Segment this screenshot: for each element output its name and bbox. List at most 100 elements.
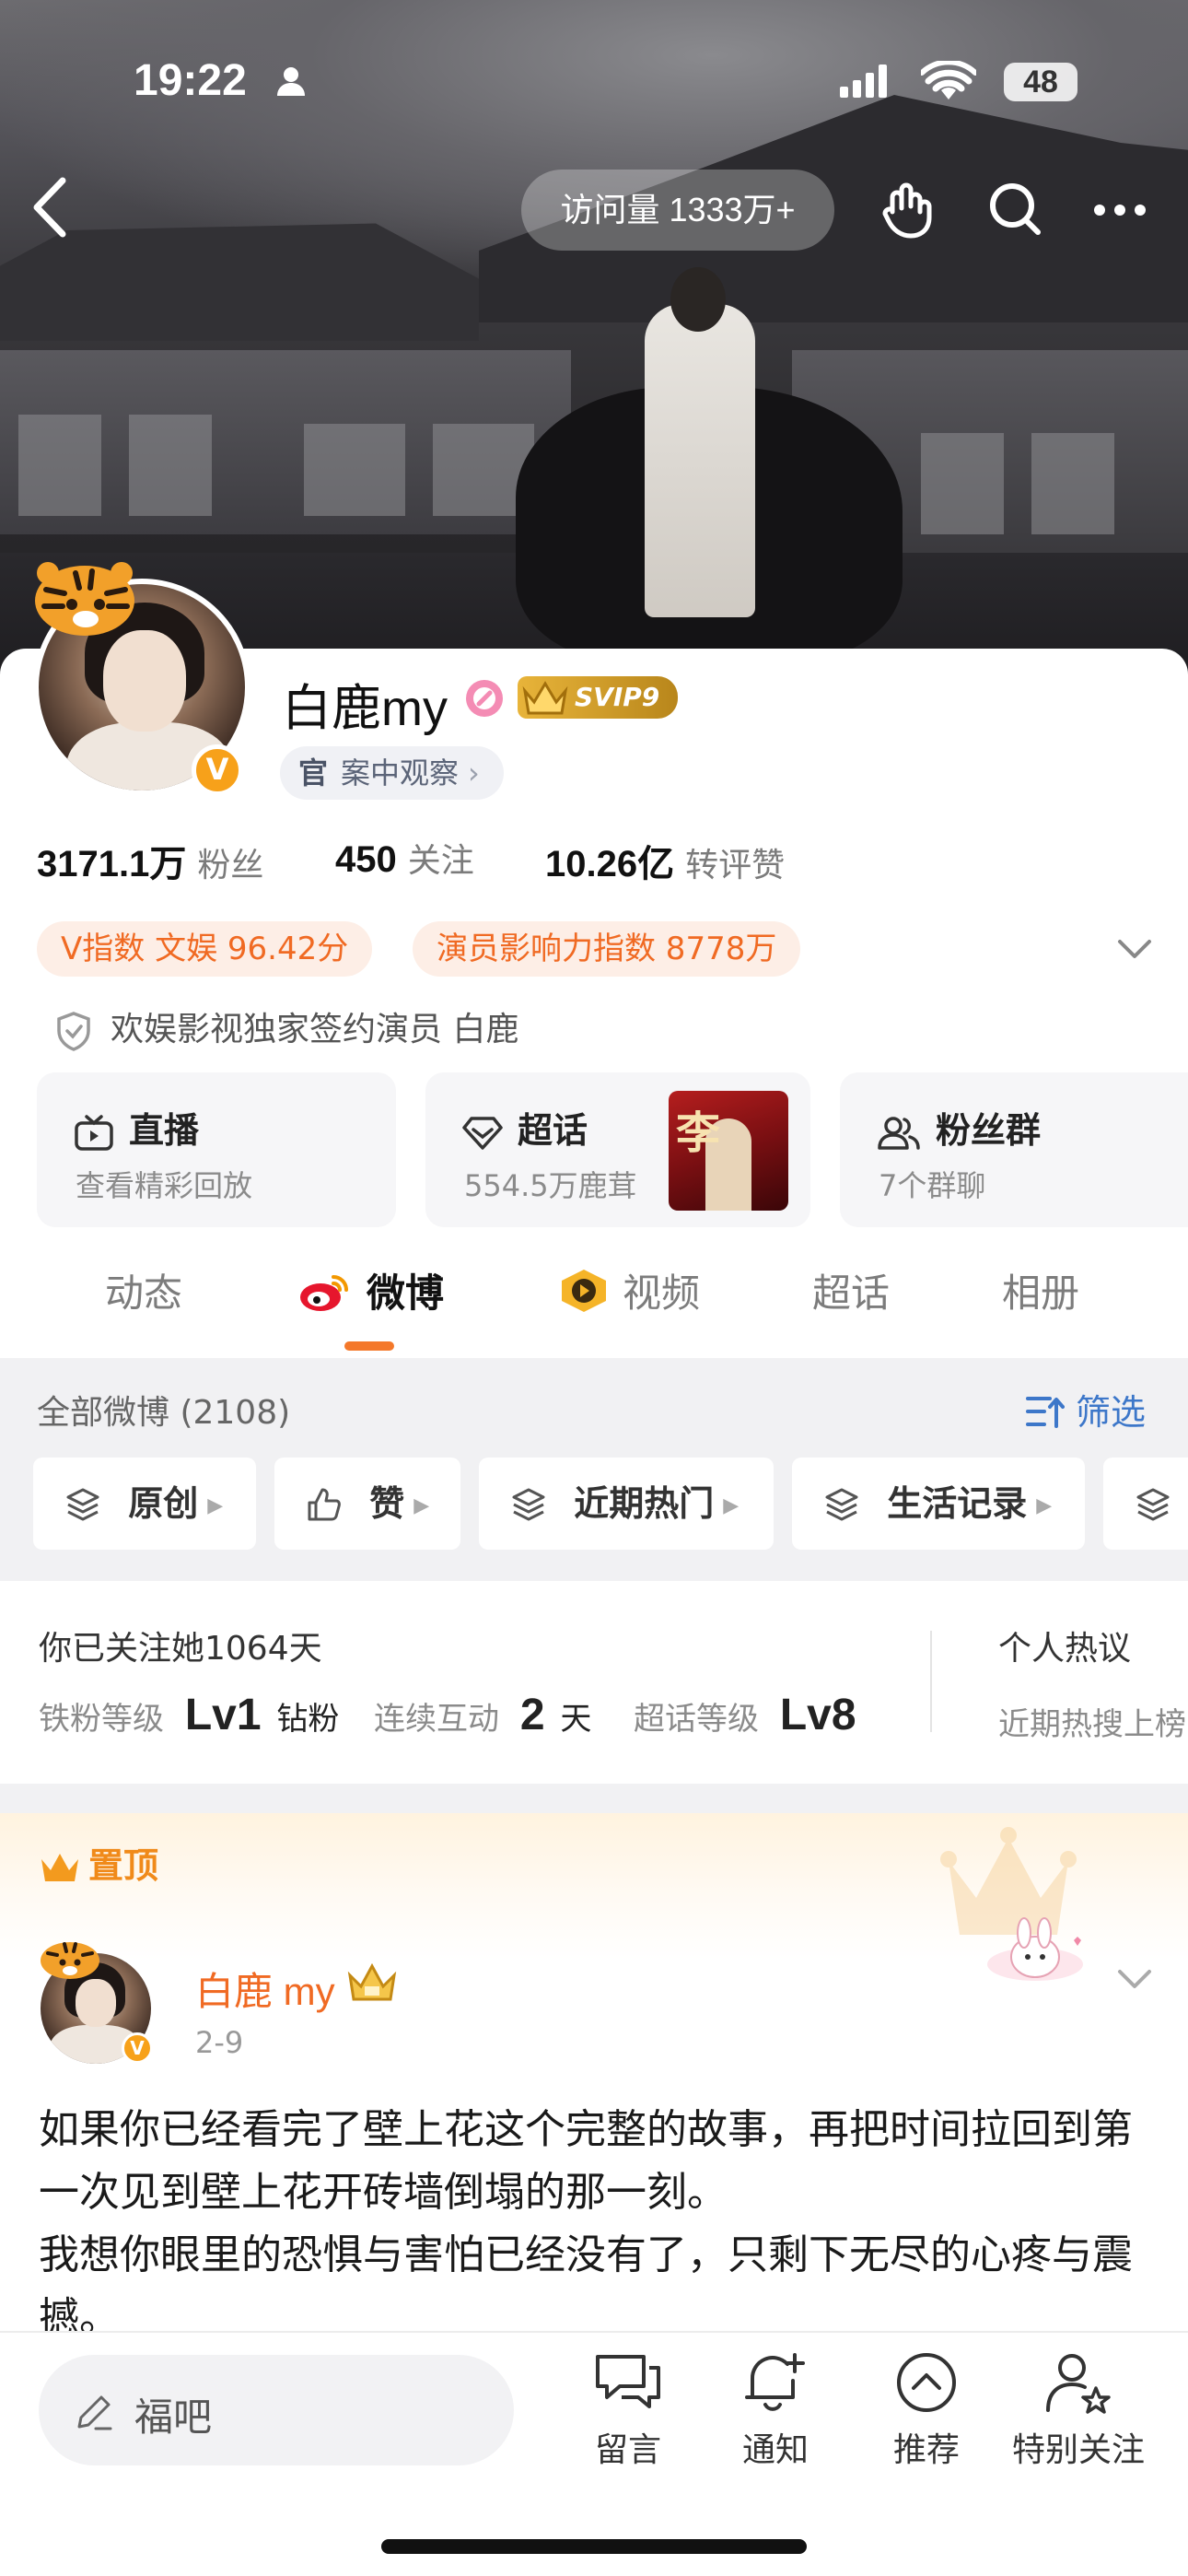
filter-icon bbox=[1026, 1397, 1065, 1428]
stat-followers[interactable]: 3171.1万 粉丝 bbox=[37, 834, 263, 887]
chevron-down-icon[interactable] bbox=[1116, 1968, 1153, 1992]
nav-special-follow[interactable]: 特别关注 bbox=[1009, 2349, 1147, 2471]
active-tab-indicator bbox=[344, 1341, 394, 1351]
triangle-right-icon: ▶ bbox=[413, 1494, 430, 1517]
filter-label: 筛选 bbox=[1076, 1392, 1147, 1433]
nav-message[interactable]: 留言 bbox=[564, 2349, 693, 2471]
home-indicator bbox=[381, 2539, 807, 2554]
greet-hand-icon[interactable] bbox=[879, 181, 937, 240]
message-icon bbox=[596, 2355, 660, 2408]
layers-icon bbox=[825, 1488, 858, 1521]
tab-album[interactable]: 相册 bbox=[1002, 1262, 1079, 1318]
nav-label: 留言 bbox=[594, 2431, 661, 2469]
tab-feed[interactable]: 动态 bbox=[105, 1262, 182, 1318]
signal-icon bbox=[840, 64, 887, 98]
filter-button[interactable]: 筛选 bbox=[1026, 1384, 1146, 1434]
chip-label: 近期热门 bbox=[574, 1483, 715, 1524]
tab-video[interactable]: 视频 bbox=[558, 1262, 700, 1318]
hot-discussion-subtitle: 近期热搜上榜 bbox=[998, 1706, 1186, 1743]
tile-fan-group[interactable]: 粉丝群 7个群聊 bbox=[840, 1072, 1188, 1227]
nav-notify[interactable]: 通知 bbox=[711, 2349, 840, 2471]
pinned-text: 置顶 bbox=[88, 1845, 159, 1886]
iron-fan-level[interactable]: 铁粉等级 Lv1 钻粉 bbox=[39, 1690, 339, 1740]
tag-label: 案中观察 bbox=[341, 755, 460, 790]
drama-poster-image: 李 bbox=[669, 1091, 788, 1211]
video-icon bbox=[562, 1270, 606, 1312]
stat-value: 10.26亿 bbox=[545, 844, 675, 884]
certification-text: 欢娱影视独家签约演员 白鹿 bbox=[111, 1011, 519, 1048]
streak-unit: 天 bbox=[560, 1701, 592, 1738]
chevron-right-icon: › bbox=[468, 755, 480, 790]
tab-supertopic[interactable]: 超话 bbox=[812, 1262, 890, 1318]
nav-recommend[interactable]: 推荐 bbox=[862, 2349, 991, 2471]
post-body[interactable]: 如果你已经看完了壁上花这个完整的故事，再把时间拉回到第一次见到壁上花开砖墙倒塌的… bbox=[39, 2099, 1153, 2335]
hot-discussion-title[interactable]: 个人热议 bbox=[998, 1622, 1131, 1669]
chevron-down-icon[interactable] bbox=[1116, 938, 1153, 962]
tab-weibo[interactable]: 微博 bbox=[297, 1262, 444, 1318]
tile-title: 超话 bbox=[518, 1110, 588, 1151]
crown-icon bbox=[522, 681, 568, 715]
filter-chip-original[interactable]: 原创 ▶ bbox=[33, 1458, 256, 1550]
interaction-streak[interactable]: 连续互动 2 天 bbox=[374, 1690, 591, 1740]
tile-supertopic[interactable]: 超话 554.5万鹿茸 李 bbox=[425, 1072, 810, 1227]
layers-icon bbox=[1136, 1488, 1170, 1521]
more-icon[interactable] bbox=[1092, 193, 1147, 227]
verified-badge: V bbox=[192, 744, 243, 796]
v-index-chip[interactable]: V指数 文娱 96.42分 bbox=[37, 921, 373, 977]
layers-icon bbox=[66, 1488, 99, 1521]
tile-live[interactable]: 直播 查看精彩回放 bbox=[37, 1072, 396, 1227]
tiger-pendant-icon bbox=[41, 1942, 99, 1979]
triangle-right-icon: ▶ bbox=[723, 1494, 740, 1517]
stat-value: 3171.1万 bbox=[37, 844, 187, 884]
triangle-right-icon: ▶ bbox=[207, 1494, 224, 1517]
filter-chip-recent-hot[interactable]: 近期热门 ▶ bbox=[479, 1458, 774, 1550]
pencil-icon bbox=[77, 2395, 112, 2430]
pink-vip-icon bbox=[466, 680, 503, 717]
topic-label: 超话等级 bbox=[634, 1701, 759, 1738]
tile-subtitle: 554.5万鹿茸 bbox=[464, 1168, 637, 1203]
wifi-icon bbox=[921, 61, 976, 100]
chip-label: 生活记录 bbox=[887, 1483, 1028, 1524]
recommend-icon bbox=[897, 2353, 956, 2412]
tile-subtitle: 查看精彩回放 bbox=[76, 1168, 253, 1203]
supertopic-level[interactable]: 超话等级 Lv8 bbox=[634, 1690, 856, 1740]
streak-label: 连续互动 bbox=[374, 1701, 499, 1738]
visit-count-pill[interactable]: 访问量 1333万+ bbox=[521, 170, 834, 251]
post-date: 2-9 bbox=[195, 2025, 244, 2060]
post-avatar[interactable]: V bbox=[37, 1935, 157, 2064]
stat-engagement[interactable]: 10.26亿 转评赞 bbox=[545, 834, 785, 887]
tab-label: 视频 bbox=[623, 1270, 701, 1316]
filter-chip-life-record[interactable]: 生活记录 ▶ bbox=[792, 1458, 1085, 1550]
weibo-icon bbox=[300, 1275, 348, 1311]
verified-badge: V bbox=[122, 2032, 153, 2064]
fan-info-panel bbox=[0, 1581, 1188, 1784]
diamond-icon bbox=[462, 1116, 503, 1150]
nav-label: 通知 bbox=[741, 2431, 809, 2469]
section-separator bbox=[0, 1784, 1188, 1813]
tiger-pendant-icon bbox=[35, 562, 134, 636]
status-bar: 19:22 48 bbox=[0, 55, 1188, 111]
streak-value: 2 bbox=[519, 1691, 545, 1739]
stat-label: 粉丝 bbox=[197, 847, 264, 884]
all-posts-count: 全部微博 (2108) bbox=[37, 1394, 291, 1432]
search-icon[interactable] bbox=[987, 181, 1042, 238]
tile-title: 直播 bbox=[129, 1110, 200, 1151]
stat-label: 转评赞 bbox=[685, 847, 786, 884]
post-author[interactable]: 白鹿 my bbox=[195, 1961, 335, 2017]
status-time: 19:22 bbox=[134, 56, 247, 105]
comment-placeholder: 福吧 bbox=[134, 2395, 213, 2440]
chip-label: 赞 bbox=[369, 1483, 405, 1524]
tag-pill[interactable]: 官案中观察 › bbox=[280, 746, 504, 800]
iron-label: 铁粉等级 bbox=[39, 1701, 164, 1738]
topic-value: Lv8 bbox=[779, 1691, 856, 1739]
filter-chip-more[interactable] bbox=[1103, 1458, 1188, 1550]
battery-indicator: 48 bbox=[1004, 63, 1077, 101]
tv-icon bbox=[75, 1114, 113, 1151]
thumbs-up-icon bbox=[308, 1488, 341, 1521]
special-follow-icon bbox=[1046, 2354, 1111, 2414]
stat-following[interactable]: 450 关注 bbox=[335, 834, 474, 882]
filter-chip-like[interactable]: 赞 ▶ bbox=[274, 1458, 460, 1550]
actor-influence-chip[interactable]: 演员影响力指数 8778万 bbox=[413, 921, 801, 977]
svip-badge[interactable]: SVIP9 bbox=[518, 676, 679, 719]
back-icon[interactable] bbox=[28, 175, 74, 240]
